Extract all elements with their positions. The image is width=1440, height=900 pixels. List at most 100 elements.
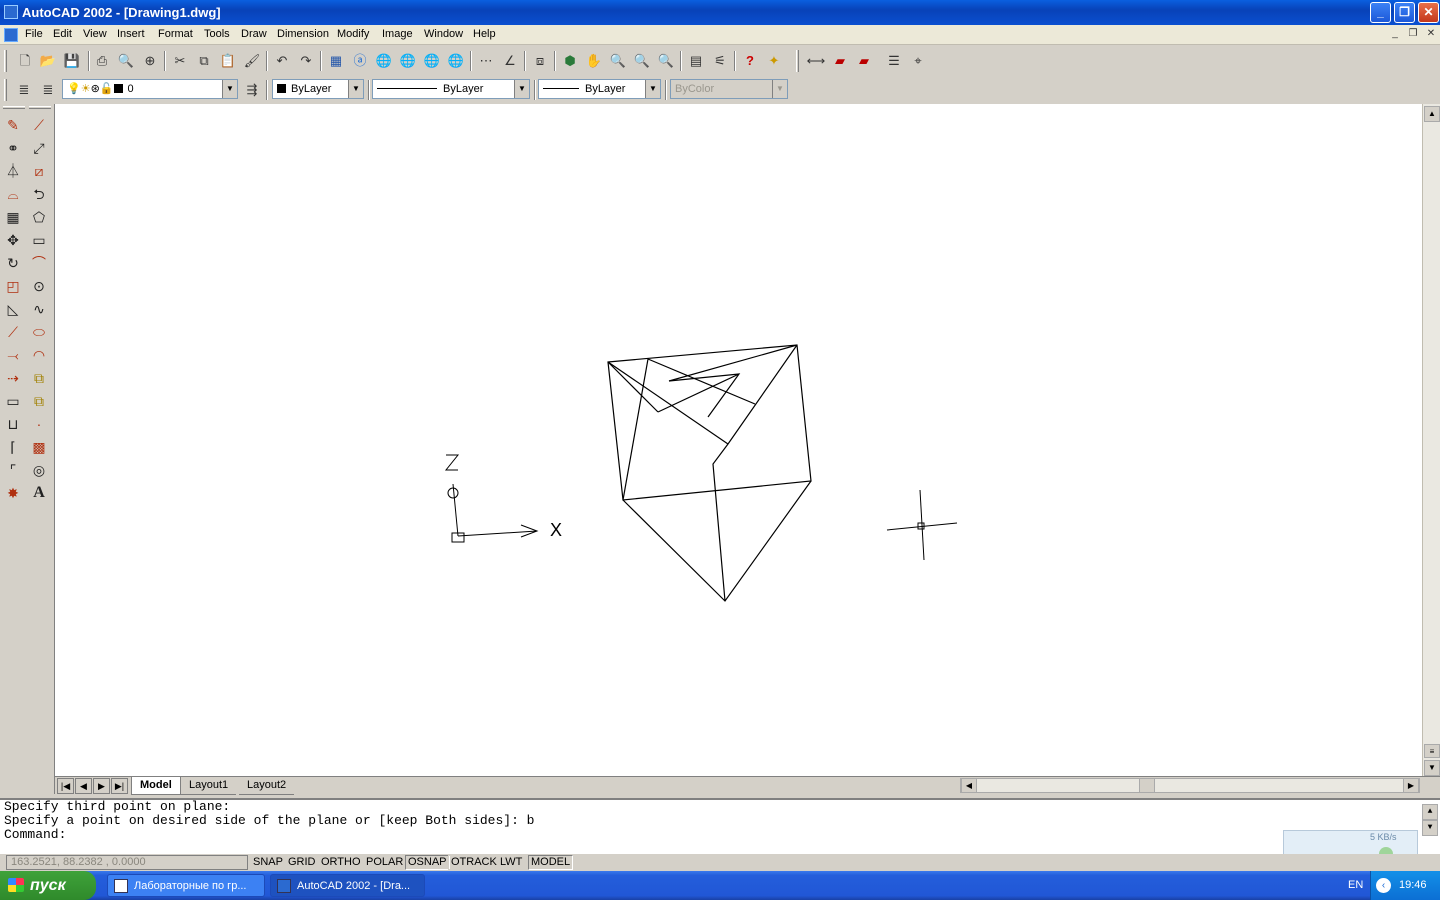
wireframe-solid[interactable] (607, 344, 812, 602)
extend-icon[interactable]: ⇢ (2, 367, 24, 389)
meet-now-icon[interactable]: 🌐 (422, 51, 442, 71)
break-at-point-icon[interactable]: ⊔ (2, 413, 24, 435)
menu-format[interactable]: Format (158, 28, 193, 40)
zoom-previous-icon[interactable]: 🔍 (632, 51, 652, 71)
line-icon[interactable]: ⟋ (28, 114, 50, 136)
lineweight-dropdown[interactable]: ByLayer ▼ (538, 79, 661, 99)
undo-icon[interactable]: ↶ (272, 51, 292, 71)
revision-cloud-icon[interactable]: ⊙ (28, 275, 50, 297)
stretch-icon[interactable]: ◺ (2, 298, 24, 320)
last-tab-button[interactable]: ▶| (111, 778, 128, 794)
help-icon[interactable]: ? (740, 51, 760, 71)
next-tab-button[interactable]: ▶ (93, 778, 110, 794)
design-center-icon[interactable]: ▦ (326, 51, 346, 71)
id-point-icon[interactable]: ⌖ (908, 51, 928, 71)
erase-icon[interactable]: ✎ (2, 114, 24, 136)
break-icon[interactable]: ▭ (2, 390, 24, 412)
prev-tab-button[interactable]: ◀ (75, 778, 92, 794)
hatch-icon[interactable]: ▩ (28, 436, 50, 458)
color-dropdown[interactable]: ByLayer ▼ (272, 79, 364, 99)
make-block-icon[interactable]: ⧉ (28, 390, 50, 412)
menu-dimension[interactable]: Dimension (277, 28, 329, 40)
3d-orbit-icon[interactable]: ⧈ (530, 51, 550, 71)
scroll-right-button[interactable]: ▶ (1403, 778, 1419, 793)
construction-line-icon[interactable]: ⤢ (28, 137, 50, 159)
menu-draw[interactable]: Draw (241, 28, 267, 40)
move-icon[interactable]: ✥ (2, 229, 24, 251)
polyline-icon[interactable]: ⧄ (28, 160, 50, 182)
scroll-thumb[interactable]: ≡ (1424, 744, 1440, 758)
start-button[interactable]: пуск (0, 871, 96, 900)
doc-restore-button[interactable]: ❐ (1406, 28, 1420, 41)
lengthen-icon[interactable]: ⟋ (2, 321, 24, 343)
tool-palettes-icon[interactable]: ⚟ (710, 51, 730, 71)
rectangle-icon[interactable]: ⬠ (28, 206, 50, 228)
linetype-dropdown[interactable]: ByLayer ▼ (372, 79, 530, 99)
list-icon[interactable]: ☰ (884, 51, 904, 71)
polygon-icon[interactable]: ⮌ (28, 183, 50, 205)
chevron-down-icon[interactable]: ▼ (645, 80, 660, 98)
paste-icon[interactable]: 📋 (218, 51, 238, 71)
match-properties-icon[interactable]: 🖌 (242, 51, 262, 71)
doc-minimize-button[interactable]: _ (1388, 28, 1402, 41)
minimize-button[interactable]: _ (1370, 2, 1391, 23)
redo-icon[interactable]: ↷ (296, 51, 316, 71)
open-icon[interactable]: 📂 (38, 51, 58, 71)
hyperlink-icon[interactable]: 🌐 (374, 51, 394, 71)
grid-toggle[interactable]: GRID (285, 855, 319, 870)
pan-icon[interactable]: 🌐 (446, 51, 466, 71)
toolbar-grip[interactable] (4, 79, 7, 101)
scroll-down-button[interactable]: ▼ (1424, 760, 1440, 776)
cut-icon[interactable]: ✂ (170, 51, 190, 71)
snap-toggle[interactable]: SNAP (250, 855, 286, 870)
first-tab-button[interactable]: |◀ (57, 778, 74, 794)
multiline-text-icon[interactable]: A (28, 482, 50, 504)
menu-view[interactable]: View (83, 28, 107, 40)
trim-icon[interactable]: ⤙ (2, 344, 24, 366)
zoom-realtime-icon[interactable]: ✋ (584, 51, 604, 71)
ucs-icon[interactable]: ⋯ (476, 51, 496, 71)
h-scroll-thumb[interactable] (1139, 778, 1155, 793)
chevron-down-icon[interactable]: ▼ (514, 80, 529, 98)
distance-icon[interactable]: ⟷ (806, 51, 826, 71)
layer-manager-icon[interactable]: ≣ (14, 80, 34, 100)
autodesk-point-a-icon[interactable]: ⓐ (350, 51, 370, 71)
menu-image[interactable]: Image (382, 28, 413, 40)
tab-layout1[interactable]: Layout1 (181, 777, 237, 795)
publish-icon[interactable]: ⊕ (140, 51, 160, 71)
scale-icon[interactable]: ◰ (2, 275, 24, 297)
clock[interactable]: 19:46 (1399, 871, 1427, 900)
zoom-window-icon[interactable]: 🔍 (608, 51, 628, 71)
tab-layout2[interactable]: Layout2 (239, 777, 295, 795)
copy-object-icon[interactable]: ⚭ (2, 137, 24, 159)
model-toggle[interactable]: MODEL (528, 855, 574, 870)
command-prompt[interactable]: Command: (0, 828, 1440, 842)
coordinates-display[interactable]: 163.2521, 88.2382 , 0.0000 (6, 855, 248, 870)
print-icon[interactable]: ⎙ (92, 51, 112, 71)
polar-toggle[interactable]: POLAR (363, 855, 407, 870)
cmd-scroll-down-button[interactable]: ▼ (1422, 820, 1438, 836)
toolbar-grip[interactable] (29, 106, 51, 109)
mirror-icon[interactable]: ⏃ (2, 160, 24, 182)
layer-dropdown[interactable]: 💡☀⊛🔓 0 ▼ (62, 79, 238, 99)
pan-realtime-icon[interactable]: ⬢ (560, 51, 580, 71)
menu-window[interactable]: Window (424, 28, 463, 40)
rotate-icon[interactable]: ↻ (2, 252, 24, 274)
menu-insert[interactable]: Insert (117, 28, 145, 40)
ellipse-icon[interactable]: ⬭ (28, 321, 50, 343)
area-icon[interactable]: ▰ (830, 51, 850, 71)
menu-edit[interactable]: Edit (53, 28, 72, 40)
save-icon[interactable]: 💾 (62, 51, 82, 71)
aerial-view-icon[interactable]: ∠ (500, 51, 520, 71)
spline-icon[interactable]: ∿ (28, 298, 50, 320)
arc-icon[interactable]: ▭ (28, 229, 50, 251)
copy-icon[interactable]: ⧉ (194, 51, 214, 71)
scroll-left-button[interactable]: ◀ (961, 778, 977, 793)
menu-modify[interactable]: Modify (337, 28, 369, 40)
document-icon[interactable] (4, 28, 18, 42)
autocad-app-icon[interactable] (4, 5, 18, 19)
lwt-toggle[interactable]: LWT (497, 855, 526, 870)
drawing-area[interactable]: X Y (55, 104, 1422, 776)
circle-icon[interactable]: ⌒ (28, 252, 50, 274)
vertical-scrollbar[interactable]: ▲ ≡ ▼ (1422, 104, 1440, 776)
